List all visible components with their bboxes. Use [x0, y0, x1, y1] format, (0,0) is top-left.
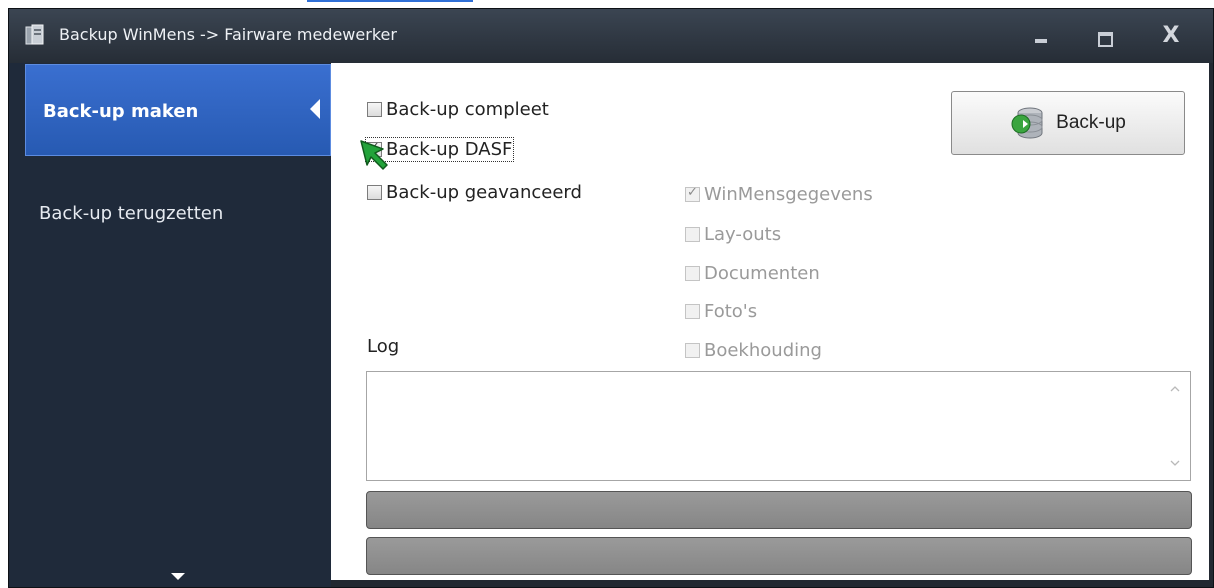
minimize-button[interactable]	[1023, 21, 1059, 51]
minimize-icon	[1035, 39, 1047, 43]
checkbox-box[interactable]	[367, 185, 382, 200]
progress-bar-1	[366, 491, 1192, 529]
sidebar-item-back-up-terugzetten[interactable]: Back-up terugzetten	[39, 203, 223, 224]
backup-button[interactable]: Back-up	[951, 91, 1185, 155]
checkbox-box[interactable]	[685, 304, 700, 319]
top-link-underline	[307, 0, 473, 2]
close-button[interactable]: X	[1153, 21, 1189, 51]
progress-bar-2	[366, 537, 1192, 575]
mouse-cursor-icon	[360, 140, 388, 170]
maximize-button[interactable]	[1087, 21, 1123, 51]
documenten-checkbox[interactable]: Documenten	[685, 263, 820, 284]
checkbox-label: Back-up compleet	[386, 99, 549, 120]
checkbox-box[interactable]	[685, 227, 700, 242]
backup-geavanceerd-checkbox[interactable]: Back-up geavanceerd	[367, 182, 582, 203]
log-textarea[interactable]	[366, 371, 1191, 481]
checkbox-box[interactable]	[685, 266, 700, 281]
window-title: Backup WinMens -> Fairware medewerker	[59, 25, 397, 44]
checkbox-label: Documenten	[704, 263, 820, 284]
sidebar-item-back-up-maken[interactable]: Back-up maken	[25, 64, 331, 156]
checkbox-label: WinMensgegevens	[704, 184, 873, 205]
checkbox-label: Lay-outs	[704, 224, 782, 245]
boekhouding-checkbox[interactable]: Boekhouding	[685, 340, 822, 361]
sidebar: Back-up maken Back-up terugzetten	[9, 63, 331, 587]
scroll-down-icon[interactable]	[1170, 458, 1180, 468]
main-panel: Back-up compleet Back-up DASF Back-up ge…	[331, 63, 1209, 580]
checkbox-box[interactable]	[685, 185, 700, 202]
scroll-up-icon[interactable]	[1170, 384, 1180, 394]
backup-button-label: Back-up	[1056, 112, 1126, 133]
fotos-checkbox[interactable]: Foto's	[685, 301, 757, 322]
backup-compleet-checkbox[interactable]: Back-up compleet	[367, 99, 549, 120]
checkbox-label: Back-up DASF	[386, 139, 513, 160]
app-icon	[25, 24, 44, 45]
checkbox-label: Boekhouding	[704, 340, 822, 361]
close-icon: X	[1162, 23, 1180, 48]
winmensgegevens-checkbox[interactable]: WinMensgegevens	[685, 184, 873, 205]
active-indicator-arrow	[310, 99, 320, 119]
backup-window: Backup WinMens -> Fairware medewerker X …	[8, 8, 1214, 588]
checkbox-box[interactable]	[685, 343, 700, 358]
title-bar[interactable]: Backup WinMens -> Fairware medewerker X	[9, 9, 1213, 63]
database-backup-icon	[1011, 107, 1043, 139]
checkbox-label: Back-up geavanceerd	[386, 182, 582, 203]
sidebar-item-label: Back-up maken	[43, 101, 199, 122]
log-label: Log	[367, 336, 400, 357]
maximize-icon	[1098, 32, 1113, 47]
checkbox-label: Foto's	[704, 301, 758, 322]
checkbox-box[interactable]	[367, 102, 382, 117]
chevron-down-icon[interactable]	[171, 573, 185, 580]
lay-outs-checkbox[interactable]: Lay-outs	[685, 224, 781, 245]
